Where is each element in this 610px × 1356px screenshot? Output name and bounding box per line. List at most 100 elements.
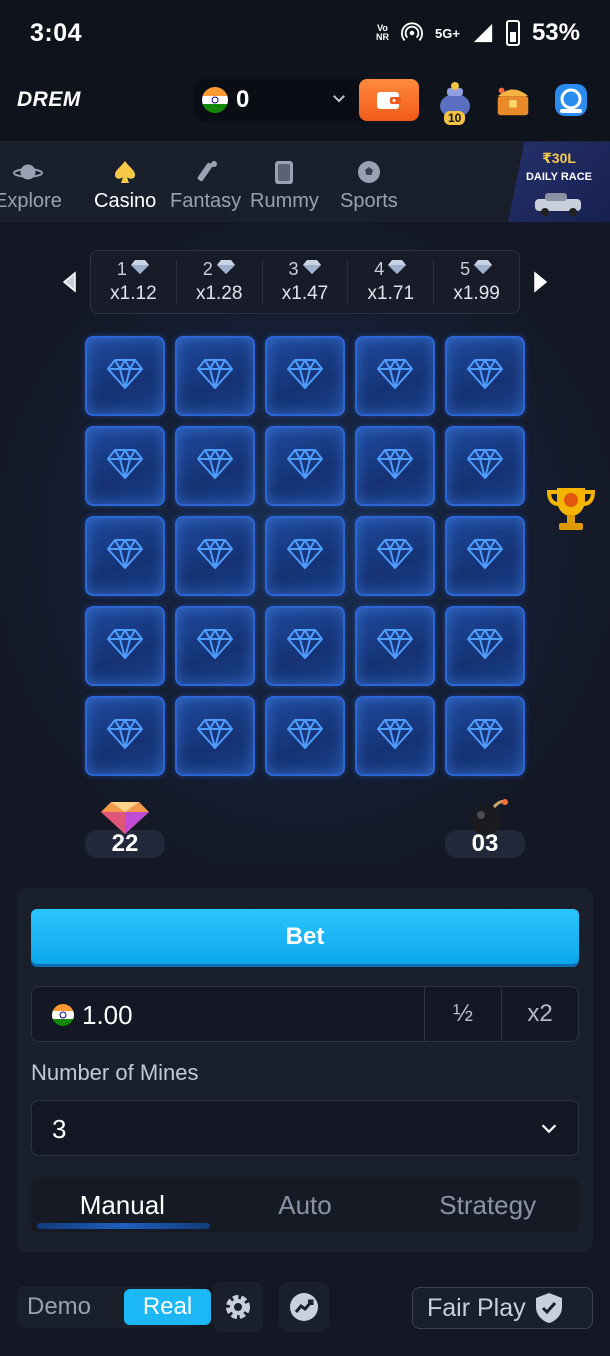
nav-item-fantasy[interactable]: Fantasy	[170, 158, 241, 213]
india-flag-icon	[52, 1004, 74, 1026]
diamond-icon	[130, 259, 150, 280]
support-button[interactable]	[550, 77, 592, 123]
diamond-icon	[285, 627, 325, 666]
diamond-icon	[216, 259, 236, 280]
mine-tile[interactable]	[265, 336, 345, 416]
app-header: DREM 0 10	[0, 66, 610, 142]
mine-tile[interactable]	[85, 426, 165, 506]
diamond-icon	[105, 447, 145, 486]
india-flag-icon	[202, 87, 228, 113]
mine-tile[interactable]	[175, 696, 255, 776]
mine-tile[interactable]	[445, 516, 525, 596]
battery-icon	[505, 20, 520, 46]
money-pot-button[interactable]: 10	[434, 77, 476, 125]
demo-option[interactable]: Demo	[27, 1293, 91, 1321]
bet-amount-field[interactable]: 1.00 ½ x2	[31, 986, 579, 1042]
trend-chart-icon	[290, 1293, 318, 1321]
diamond-icon	[105, 717, 145, 756]
stats-button[interactable]	[279, 1282, 329, 1332]
mine-tile[interactable]	[355, 336, 435, 416]
mine-tile[interactable]	[355, 426, 435, 506]
multiplier-strip: 1 x1.12 2 x1.28 3 x1.47 4 x1.71 5 x1.99	[90, 250, 520, 314]
network-type: 5G+	[435, 25, 460, 41]
gem-icon	[101, 802, 149, 834]
diamond-icon	[302, 259, 322, 280]
race-label: DAILY RACE	[525, 171, 593, 183]
wallet-icon	[377, 92, 401, 109]
fair-play-button[interactable]: Fair Play	[412, 1287, 593, 1329]
tab-auto[interactable]: Auto	[214, 1177, 397, 1233]
mine-tile[interactable]	[355, 606, 435, 686]
bet-amount-value[interactable]: 1.00	[82, 1000, 133, 1031]
multiplier-prev-button[interactable]	[58, 270, 82, 294]
diamond-icon	[465, 447, 505, 486]
diamond-icon	[105, 537, 145, 576]
pot-level-badge: 10	[444, 111, 466, 125]
football-icon	[354, 158, 384, 186]
diamond-icon	[195, 357, 235, 396]
tab-manual[interactable]: Manual	[31, 1177, 214, 1233]
diamond-icon	[465, 717, 505, 756]
spade-icon	[110, 158, 140, 186]
diamond-icon	[375, 627, 415, 666]
mines-select[interactable]: 3	[31, 1100, 579, 1156]
mine-tile[interactable]	[445, 336, 525, 416]
rewards-chest-button[interactable]	[492, 77, 534, 123]
diamond-icon	[375, 357, 415, 396]
hotspot-icon	[401, 22, 424, 41]
app-logo[interactable]: DREM	[17, 88, 81, 112]
real-option[interactable]: Real	[124, 1289, 211, 1325]
mine-tile[interactable]	[265, 516, 345, 596]
mine-tile[interactable]	[85, 696, 165, 776]
mine-tile[interactable]	[445, 696, 525, 776]
mine-tile[interactable]	[355, 516, 435, 596]
nav-item-casino[interactable]: Casino	[94, 158, 156, 213]
mine-tile[interactable]	[85, 336, 165, 416]
bet-button[interactable]: Bet	[31, 909, 579, 964]
double-amount-button[interactable]: x2	[501, 987, 578, 1041]
mine-tile[interactable]	[175, 516, 255, 596]
diamond-icon	[375, 537, 415, 576]
multiplier-cell: 1 x1.12	[91, 259, 177, 304]
nav-item-explore[interactable]: Explore	[0, 158, 62, 213]
diamond-icon	[465, 627, 505, 666]
multiplier-next-button[interactable]	[528, 270, 552, 294]
bomb-icon	[471, 799, 508, 835]
mine-tile[interactable]	[445, 606, 525, 686]
nav-item-rummy[interactable]: Rummy	[250, 158, 319, 213]
nav-item-sports[interactable]: Sports	[340, 158, 398, 213]
mine-tile[interactable]	[175, 606, 255, 686]
cards-icon	[269, 158, 299, 186]
daily-race-banner[interactable]: ₹30L DAILY RACE	[508, 142, 610, 222]
tab-strategy[interactable]: Strategy	[396, 1177, 579, 1233]
mine-tile[interactable]	[85, 516, 165, 596]
diamond-icon	[285, 447, 325, 486]
mine-tile[interactable]	[85, 606, 165, 686]
gear-icon	[226, 1295, 250, 1319]
mine-tile[interactable]	[265, 696, 345, 776]
treasure-chest-icon	[497, 87, 529, 116]
balance-value: 0	[236, 86, 250, 113]
diamond-icon	[285, 537, 325, 576]
trophy-icon[interactable]	[543, 480, 599, 536]
mine-tile[interactable]	[175, 426, 255, 506]
status-time: 3:04	[30, 18, 83, 47]
mine-tile[interactable]	[355, 696, 435, 776]
race-amount: ₹30L	[542, 150, 576, 166]
mine-tile[interactable]	[265, 606, 345, 686]
race-car-icon	[535, 193, 581, 216]
mine-tile[interactable]	[265, 426, 345, 506]
mine-tile[interactable]	[445, 426, 525, 506]
cricket-icon	[191, 158, 221, 186]
status-icons: Vo NR 5G+ 53%	[376, 19, 580, 47]
volte-indicator: Vo NR	[376, 23, 390, 42]
half-amount-button[interactable]: ½	[424, 987, 501, 1041]
settings-button[interactable]	[213, 1282, 263, 1332]
mine-tile[interactable]	[175, 336, 255, 416]
demo-real-toggle[interactable]: Demo Real	[17, 1286, 211, 1328]
footer-bar: Demo Real Fair Play	[0, 1270, 610, 1356]
wallet-button[interactable]	[359, 79, 419, 121]
diamond-icon	[465, 537, 505, 576]
status-bar: 3:04 Vo NR 5G+ 53%	[0, 0, 610, 66]
chevron-down-icon	[541, 1124, 557, 1134]
